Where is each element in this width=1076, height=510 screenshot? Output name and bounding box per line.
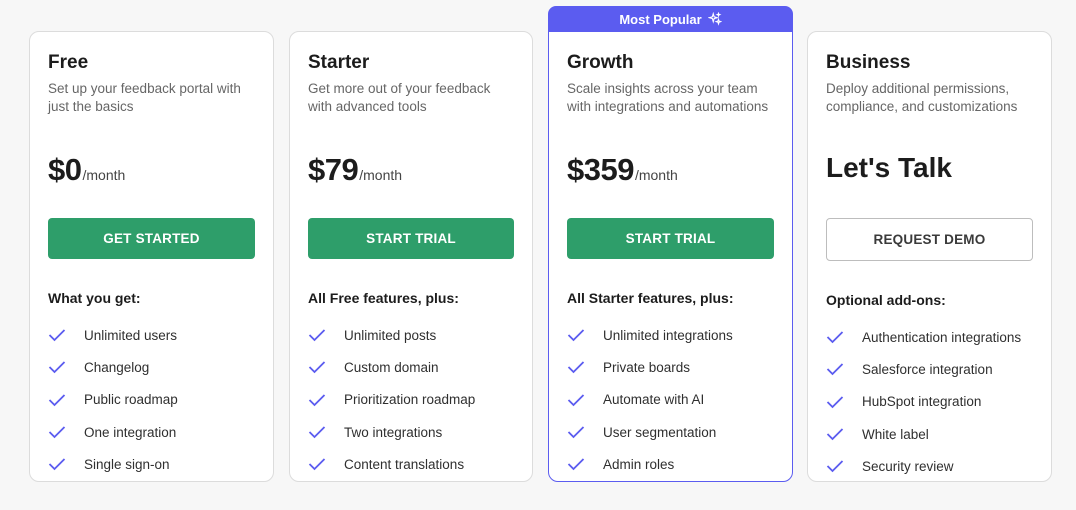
- feature-item: Unlimited users: [48, 319, 255, 351]
- feature-list: Unlimited users Changelog Public roadmap…: [48, 319, 255, 480]
- check-icon: [48, 458, 66, 471]
- feature-label: Custom domain: [344, 359, 439, 375]
- sparkle-icon: [707, 12, 722, 26]
- feature-item: Single sign-on: [48, 448, 255, 480]
- feature-item: Prioritization roadmap: [308, 384, 514, 416]
- get-started-button[interactable]: GET STARTED: [48, 218, 255, 259]
- feature-item: Authentication integrations: [826, 321, 1033, 353]
- features-title: All Free features, plus:: [308, 290, 459, 306]
- plan-description: Set up your feedback portal with just th…: [48, 81, 241, 114]
- feature-list: Unlimited integrations Private boards Au…: [567, 319, 774, 480]
- check-icon: [826, 363, 844, 376]
- feature-list: Authentication integrations Salesforce i…: [826, 321, 1033, 482]
- feature-label: Unlimited users: [84, 327, 178, 343]
- feature-label: Public roadmap: [84, 392, 178, 408]
- feature-label: Prioritization roadmap: [344, 392, 476, 408]
- plan-period: /month: [359, 167, 403, 183]
- check-icon: [826, 396, 844, 409]
- check-icon: [48, 394, 66, 407]
- check-icon: [826, 428, 844, 441]
- feature-item: White label: [826, 418, 1033, 450]
- check-icon: [826, 331, 844, 344]
- feature-label: One integration: [84, 424, 177, 440]
- features-title: Optional add-ons:: [826, 292, 946, 308]
- price-row: $359 /month: [567, 152, 774, 192]
- start-trial-button[interactable]: START TRIAL: [567, 218, 774, 259]
- feature-label: Security review: [862, 458, 954, 474]
- feature-label: Changelog: [84, 359, 150, 375]
- plan-price: $0: [48, 152, 82, 187]
- feature-item: Public roadmap: [48, 384, 255, 416]
- check-icon: [567, 394, 585, 407]
- feature-item: Two integrations: [308, 416, 514, 448]
- check-icon: [308, 426, 326, 439]
- feature-item: Salesforce integration: [826, 353, 1033, 385]
- feature-item: Security review: [826, 450, 1033, 482]
- feature-label: Two integrations: [344, 424, 443, 440]
- check-icon: [308, 458, 326, 471]
- feature-list: Unlimited posts Custom domain Prioritiza…: [308, 319, 514, 480]
- price-row: $79 /month: [308, 152, 514, 192]
- feature-label: White label: [862, 426, 929, 442]
- feature-item: Unlimited integrations: [567, 319, 774, 351]
- plan-name: Free: [48, 52, 89, 73]
- feature-label: Single sign-on: [84, 456, 170, 472]
- plan-period: /month: [634, 167, 678, 183]
- check-icon: [567, 426, 585, 439]
- plan-name: Business: [826, 52, 911, 73]
- feature-label: Automate with AI: [603, 392, 705, 408]
- price-row: Let's Talk: [826, 152, 1033, 192]
- plan-price: Let's Talk: [826, 152, 952, 183]
- feature-item: Unlimited posts: [308, 319, 514, 351]
- check-icon: [826, 460, 844, 473]
- plan-name: Growth: [567, 52, 634, 73]
- plan-name: Starter: [308, 52, 370, 73]
- check-icon: [308, 394, 326, 407]
- price-row: $0 /month: [48, 152, 255, 192]
- features-title: What you get:: [48, 290, 141, 306]
- check-icon: [308, 329, 326, 342]
- check-icon: [567, 458, 585, 471]
- plan-card-starter: Starter Get more out of your feedback wi…: [289, 31, 533, 482]
- feature-label: Salesforce integration: [862, 361, 993, 377]
- feature-label: Private boards: [603, 359, 691, 375]
- plan-description: Get more out of your feedback with advan…: [308, 81, 491, 114]
- check-icon: [48, 426, 66, 439]
- plan-card-free: Free Set up your feedback portal with ju…: [29, 31, 274, 482]
- check-icon: [48, 329, 66, 342]
- feature-label: Unlimited posts: [344, 327, 437, 343]
- plan-price: $79: [308, 152, 359, 187]
- feature-item: User segmentation: [567, 416, 774, 448]
- feature-label: User segmentation: [603, 424, 717, 440]
- feature-label: HubSpot integration: [862, 394, 982, 410]
- feature-label: Unlimited integrations: [603, 327, 733, 343]
- feature-item: Changelog: [48, 351, 255, 383]
- plan-period: /month: [82, 167, 126, 183]
- feature-item: Private boards: [567, 351, 774, 383]
- plan-description: Deploy additional permissions, complianc…: [826, 81, 1018, 114]
- feature-label: Admin roles: [603, 456, 675, 472]
- pricing-section: Most Popular Free Set up your feedback p…: [0, 0, 1076, 510]
- start-trial-button[interactable]: START TRIAL: [308, 218, 514, 259]
- check-icon: [308, 361, 326, 374]
- feature-item: Custom domain: [308, 351, 514, 383]
- badge-label: Most Popular: [619, 11, 702, 27]
- plan-card-business: Business Deploy additional permissions, …: [807, 31, 1052, 482]
- check-icon: [567, 361, 585, 374]
- request-demo-button[interactable]: REQUEST DEMO: [826, 218, 1033, 261]
- feature-item: HubSpot integration: [826, 386, 1033, 418]
- feature-item: One integration: [48, 416, 255, 448]
- most-popular-badge: Most Popular: [548, 6, 793, 32]
- plan-price: $359: [567, 152, 634, 187]
- feature-item: Content translations: [308, 448, 514, 480]
- check-icon: [48, 361, 66, 374]
- check-icon: [567, 329, 585, 342]
- feature-label: Authentication integrations: [862, 329, 1022, 345]
- features-title: All Starter features, plus:: [567, 290, 734, 306]
- plan-description: Scale insights across your team with int…: [567, 81, 769, 114]
- feature-label: Content translations: [344, 456, 465, 472]
- feature-item: Admin roles: [567, 448, 774, 480]
- plan-card-growth: Growth Scale insights across your team w…: [548, 31, 793, 482]
- feature-item: Automate with AI: [567, 384, 774, 416]
